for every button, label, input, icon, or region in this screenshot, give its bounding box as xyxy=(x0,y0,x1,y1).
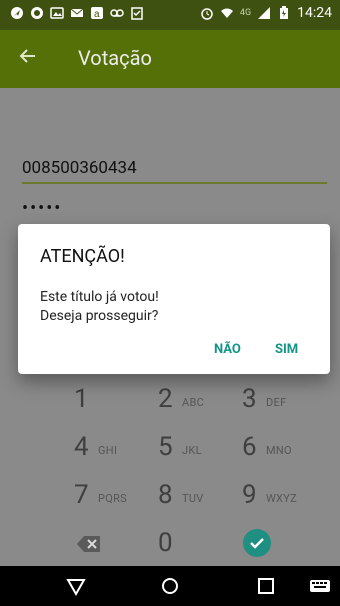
key-3-number: 3 xyxy=(242,384,257,414)
key-4-number: 4 xyxy=(74,432,89,462)
key-8-letters: TUV xyxy=(182,492,204,505)
key-9-number: 9 xyxy=(242,480,257,510)
checkmark-icon xyxy=(243,529,271,557)
app-bar: Votação xyxy=(0,30,340,88)
email-icon xyxy=(70,8,84,17)
battery-icon xyxy=(280,6,289,19)
password-mask: ••••• xyxy=(22,198,63,219)
key-5[interactable]: 5 JKL xyxy=(158,428,248,468)
network-type: 4G xyxy=(239,8,252,18)
page-title: Votação xyxy=(78,46,152,70)
key-5-number: 5 xyxy=(158,432,173,462)
status-left-icons: a xyxy=(10,6,144,20)
clock: 14:24 xyxy=(297,5,332,21)
backspace-icon xyxy=(77,536,100,552)
key-0-number: 0 xyxy=(158,528,173,558)
key-7-number: 7 xyxy=(74,480,89,510)
key-1-number: 1 xyxy=(74,384,89,414)
dialog-title: ATENÇÃO! xyxy=(40,246,125,267)
key-1[interactable]: 1 xyxy=(74,380,164,420)
dialog-message: Este título já votou! Deseja prosseguir? xyxy=(40,288,159,326)
back-arrow-icon[interactable] xyxy=(18,46,38,66)
document-number-field[interactable]: 008500360434 xyxy=(22,158,327,184)
key-5-letters: JKL xyxy=(182,444,202,457)
alarm-icon xyxy=(201,8,213,20)
amazon-icon: a xyxy=(91,7,103,20)
recents-nav-icon[interactable] xyxy=(254,574,278,598)
key-3-letters: DEF xyxy=(266,396,287,409)
key-6-letters: MNO xyxy=(266,444,292,457)
key-9[interactable]: 9 WXYZ xyxy=(242,476,332,516)
key-4[interactable]: 4 GHI xyxy=(74,428,164,468)
backspace-key[interactable] xyxy=(74,524,164,564)
dialog-message-line2: Deseja prosseguir? xyxy=(40,308,159,324)
image-icon xyxy=(50,7,64,19)
key-7[interactable]: 7 PQRS xyxy=(74,476,164,516)
status-right: 4G 14:24 xyxy=(200,5,332,21)
svg-text:a: a xyxy=(94,9,100,20)
back-nav-icon[interactable] xyxy=(64,574,88,598)
key-2[interactable]: 2 ABC xyxy=(158,380,248,420)
home-nav-icon[interactable] xyxy=(158,574,182,598)
key-2-number: 2 xyxy=(158,384,173,414)
key-3[interactable]: 3 DEF xyxy=(242,380,332,420)
voicemail-icon xyxy=(110,9,124,17)
key-9-letters: WXYZ xyxy=(266,492,298,505)
numeric-keypad: 1 2 ABC 3 DEF 4 GHI 5 JKL 6 MNO 7 PQRS 8 TUV 9W… xyxy=(0,378,340,566)
key-6[interactable]: 6 MNO xyxy=(242,428,332,468)
password-field[interactable]: ••••• xyxy=(22,198,327,219)
signal-icon xyxy=(258,7,271,19)
confirm-button[interactable]: SIM xyxy=(275,342,298,357)
key-2-letters: ABC xyxy=(182,396,205,409)
document-number-value: 008500360434 xyxy=(22,158,137,178)
dialog-message-line1: Este título já votou! xyxy=(40,289,159,305)
key-6-number: 6 xyxy=(242,432,257,462)
alert-dialog: ATENÇÃO! Este título já votou! Deseja pr… xyxy=(18,224,330,374)
key-0[interactable]: 0 xyxy=(158,524,248,564)
confirm-key[interactable] xyxy=(242,524,332,564)
clipboard-icon xyxy=(131,7,143,20)
app-icon xyxy=(31,7,43,19)
status-bar: a 4G 14:24 xyxy=(0,0,340,30)
navigation-bar xyxy=(0,566,340,606)
key-8[interactable]: 8 TUV xyxy=(158,476,248,516)
key-7-letters: PQRS xyxy=(98,492,128,505)
cancel-button[interactable]: NÃO xyxy=(214,342,241,357)
navigation-icon xyxy=(11,7,23,19)
key-8-number: 8 xyxy=(158,480,173,510)
wifi-icon xyxy=(220,8,233,18)
keyboard-icon[interactable] xyxy=(308,574,332,598)
field-underline xyxy=(22,182,327,184)
key-4-letters: GHI xyxy=(98,444,118,457)
